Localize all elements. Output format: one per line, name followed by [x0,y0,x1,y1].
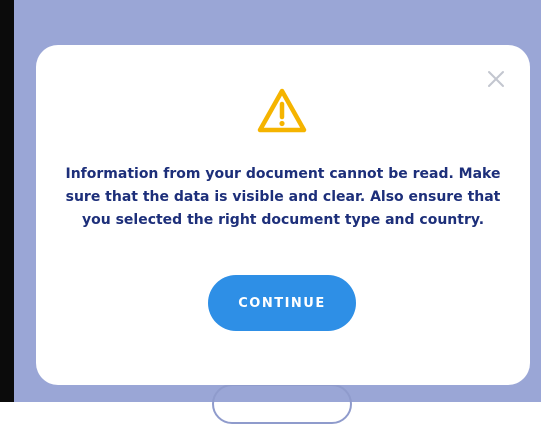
close-icon [488,71,504,87]
close-button[interactable] [484,67,508,91]
warning-triangle-icon [256,87,308,135]
screen: Information from your document cannot be… [0,0,545,424]
left-edge-bar [0,0,14,402]
continue-button[interactable]: CONTINUE [208,275,356,331]
right-edge-strip [541,0,545,402]
error-message: Information from your document cannot be… [65,166,501,228]
background-button-outline [212,384,352,424]
error-dialog: Information from your document cannot be… [36,45,530,385]
